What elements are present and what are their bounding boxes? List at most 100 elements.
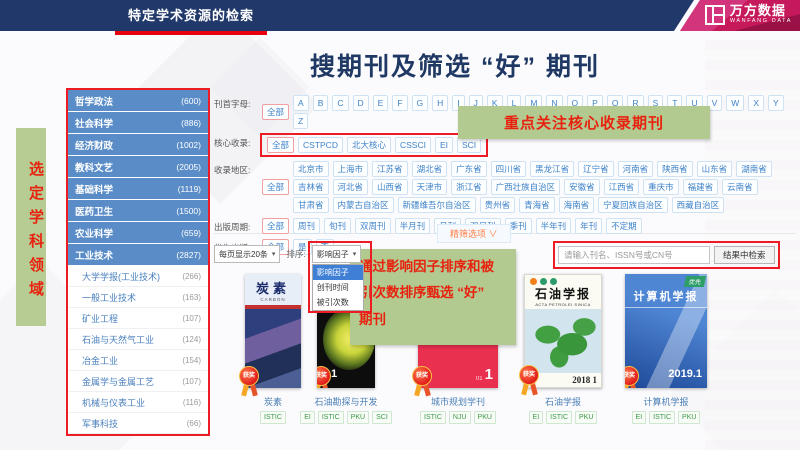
sidebar-category[interactable]: 经济财政 (1002) — [68, 134, 208, 156]
filter-all-button[interactable]: 全部 — [267, 137, 294, 153]
filter-region-button[interactable]: 宁夏回族自治区 — [598, 197, 668, 213]
filter-letter-button[interactable]: C — [332, 95, 348, 111]
filter-region-button[interactable]: 贵州省 — [480, 197, 516, 213]
filter-region-button[interactable]: 山东省 — [697, 161, 733, 177]
filter-region-button[interactable]: 黑龙江省 — [530, 161, 574, 177]
filter-letter-button[interactable]: A — [293, 95, 309, 111]
filter-region-button[interactable]: 四川省 — [491, 161, 527, 177]
filter-region-button[interactable]: 青海省 — [519, 197, 555, 213]
journal-name[interactable]: 石油勘探与开发 — [314, 395, 377, 408]
category-label: 农业科学 — [75, 226, 113, 240]
category-label: 基础科学 — [75, 182, 113, 196]
sort-option-founding-time[interactable]: 创刊时间 — [313, 280, 363, 295]
filter-region-button[interactable]: 江苏省 — [372, 161, 408, 177]
sidebar-category[interactable]: 社会科学 (886) — [68, 112, 208, 134]
filter-core-button[interactable]: CSTPCD — [298, 137, 343, 153]
filter-region-button[interactable]: 天津市 — [412, 179, 448, 195]
filter-letter-button[interactable]: W — [726, 95, 744, 111]
filter-cycle-button[interactable]: 年刊 — [575, 218, 602, 234]
filter-region-button[interactable]: 陕西省 — [657, 161, 693, 177]
filter-region-button[interactable]: 山西省 — [372, 179, 408, 195]
filter-region-button[interactable]: 广西壮族自治区 — [491, 179, 561, 195]
filter-region-button[interactable]: 上海市 — [333, 161, 369, 177]
journal-search-input[interactable] — [558, 246, 710, 264]
filter-region-button[interactable]: 福建省 — [683, 179, 719, 195]
filter-region-button[interactable]: 湖北省 — [412, 161, 448, 177]
journal-name[interactable]: 炭素 — [264, 395, 282, 408]
filter-region-button[interactable]: 江西省 — [604, 179, 640, 195]
sidebar-subcategory[interactable]: 军事科技 (66) — [68, 413, 208, 434]
filter-region-button[interactable]: 河北省 — [333, 179, 369, 195]
sidebar-category[interactable]: 基础科学 (1119) — [68, 178, 208, 200]
subcategory-count: (266) — [182, 272, 201, 281]
filter-region-button[interactable]: 广东省 — [451, 161, 487, 177]
journal-cover-acta-petrolei[interactable]: 石油学报 ACTA PETROLEI SINICA 2018 1 获奖 — [524, 274, 602, 388]
sort-option-impact-factor[interactable]: 影响因子 — [313, 265, 363, 280]
publisher-logo-icon — [550, 278, 557, 285]
filter-cycle-button[interactable]: 半年刊 — [536, 218, 572, 234]
sort-select[interactable]: 影响因子 ▾ — [312, 245, 362, 263]
sidebar-subcategory[interactable]: 石油与天然气工业 (124) — [68, 329, 208, 350]
filter-letter-button[interactable]: F — [392, 95, 407, 111]
fine-filter-toggle[interactable]: 精筛选项 ∨ — [437, 224, 511, 243]
filter-core-button[interactable]: SCI — [457, 137, 481, 153]
journal-name[interactable]: 石油学报 — [545, 395, 581, 408]
header-title: 特定学术资源的检索 — [128, 0, 254, 31]
sidebar-category[interactable]: 工业技术 (2827) — [68, 244, 208, 266]
subcategory-count: (107) — [182, 377, 201, 386]
filter-region-button[interactable]: 北京市 — [293, 161, 329, 177]
journal-name[interactable]: 计算机学报 — [643, 395, 688, 408]
sidebar-subcategory[interactable]: 机械与仪表工业 (116) — [68, 392, 208, 413]
sidebar-subcategory[interactable]: 大学学报(工业技术) (266) — [68, 266, 208, 287]
filter-region-button[interactable]: 湖南省 — [736, 161, 772, 177]
filter-core-button[interactable]: 北大核心 — [347, 137, 391, 153]
filter-region-button[interactable]: 西藏自治区 — [672, 197, 725, 213]
search-in-results-button[interactable]: 结果中检索 — [714, 246, 775, 264]
sidebar-subcategory[interactable]: 金属学与金属工艺 (107) — [68, 371, 208, 392]
filter-all-button[interactable]: 全部 — [262, 218, 289, 234]
filter-letter-button[interactable]: G — [412, 95, 429, 111]
sidebar-subcategory[interactable]: 矿业工程 (107) — [68, 308, 208, 329]
filter-cycle-button[interactable]: 双周刊 — [355, 218, 391, 234]
filter-letter-button[interactable]: D — [353, 95, 369, 111]
filter-region-button[interactable]: 河南省 — [618, 161, 654, 177]
filter-letter-button[interactable]: X — [748, 95, 764, 111]
sidebar-subcategory[interactable]: 冶金工业 (154) — [68, 350, 208, 371]
filter-letter-button[interactable]: H — [432, 95, 448, 111]
journal-cover-tansu[interactable]: 炭素 CARBON 获奖 — [245, 274, 301, 388]
filter-all-button[interactable]: 全部 — [262, 104, 289, 120]
filter-letter-button[interactable]: B — [313, 95, 329, 111]
filter-region-button[interactable]: 海南省 — [559, 197, 595, 213]
filter-cycle-button[interactable]: 不定期 — [606, 218, 642, 234]
filter-region-button[interactable]: 吉林省 — [293, 179, 329, 195]
filter-letter-button[interactable]: Z — [293, 113, 308, 129]
filter-all-button[interactable]: 全部 — [262, 179, 289, 195]
filter-region-button[interactable]: 云南省 — [722, 179, 758, 195]
filter-region-button[interactable]: 重庆市 — [643, 179, 679, 195]
filter-letter-button[interactable]: Y — [768, 95, 784, 111]
filter-region-button[interactable]: 新疆维吾尔自治区 — [398, 197, 476, 213]
sort-option-cited-count[interactable]: 被引次数 — [313, 295, 363, 310]
cover-title: 炭素 — [245, 278, 301, 297]
sidebar-category[interactable]: 教科文艺 (2005) — [68, 156, 208, 178]
filter-region-button[interactable]: 浙江省 — [451, 179, 487, 195]
filter-cycle-button[interactable]: 周刊 — [293, 218, 320, 234]
subcategory-count: (66) — [187, 419, 201, 428]
page-size-select[interactable]: 每页显示20条 ▾ — [214, 245, 280, 263]
filter-core-button[interactable]: EI — [435, 137, 453, 153]
journal-cover-chinese-journal-computers[interactable]: 优先 计算机学报 2019.1 获奖 — [625, 274, 707, 388]
sidebar-category[interactable]: 农业科学 (659) — [68, 222, 208, 244]
filter-region-button[interactable]: 辽宁省 — [578, 161, 614, 177]
sidebar-category[interactable]: 医药卫生 (1500) — [68, 200, 208, 222]
journal-name[interactable]: 城市规划学刊 — [431, 395, 485, 408]
sidebar-subcategory[interactable]: 一般工业技术 (163) — [68, 287, 208, 308]
filter-letter-button[interactable]: E — [373, 95, 389, 111]
filter-region-button[interactable]: 安徽省 — [564, 179, 600, 195]
filter-region-button[interactable]: 甘肃省 — [293, 197, 329, 213]
filter-cycle-button[interactable]: 半月刊 — [395, 218, 431, 234]
sidebar-category[interactable]: 哲学政法 (600) — [68, 90, 208, 112]
filter-core-button[interactable]: CSSCI — [395, 137, 431, 153]
filter-cycle-button[interactable]: 旬刊 — [324, 218, 351, 234]
filter-region-button[interactable]: 内蒙古自治区 — [333, 197, 394, 213]
logo-title: 万方数据 — [730, 4, 792, 17]
